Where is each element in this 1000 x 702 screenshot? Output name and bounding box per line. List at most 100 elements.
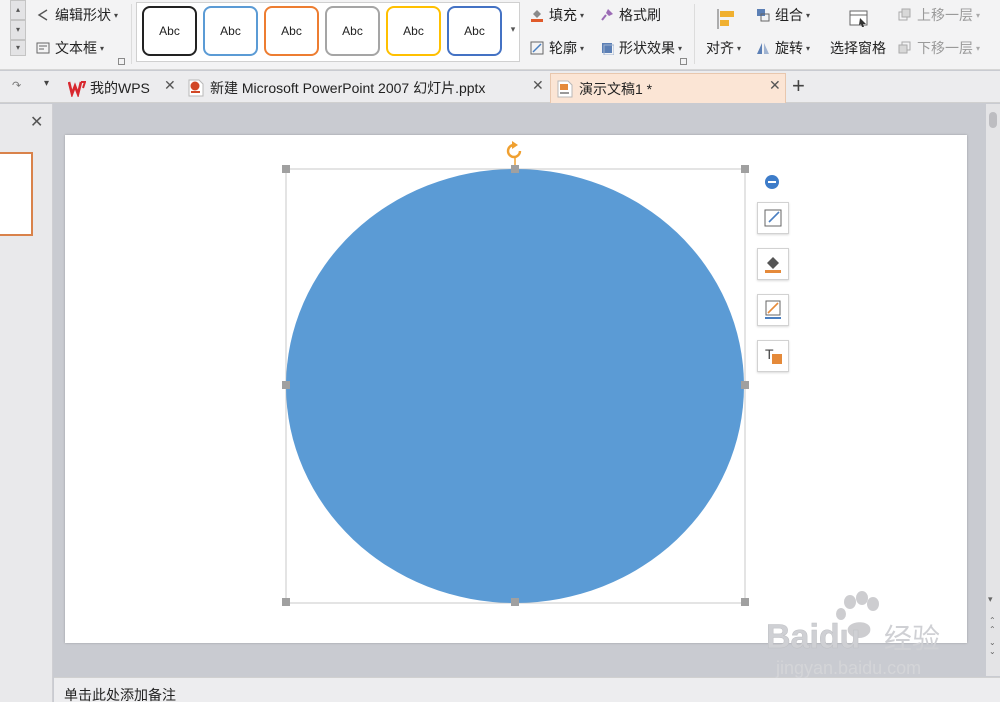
close-tab-icon[interactable]: ✕ bbox=[532, 77, 544, 94]
align-button[interactable]: 对齐 ▾ bbox=[706, 38, 741, 58]
chevron-down-icon: ▾ bbox=[737, 43, 742, 53]
document-tab-bar: ↷ ▾ 我的WPS ✕ 新建 Microsoft PowerPoint 2007… bbox=[0, 71, 1000, 103]
slide-thumbnail-pane: ✕ bbox=[0, 104, 53, 702]
tab-presentation-1[interactable]: 演示文稿1 * bbox=[550, 73, 786, 103]
chevron-down-icon: ▾ bbox=[806, 43, 811, 53]
edit-shape-button[interactable]: 编辑形状 ▾ bbox=[36, 5, 118, 25]
chevron-down-icon: ▾ bbox=[114, 10, 119, 20]
notes-placeholder: 单击此处添加备注 bbox=[64, 687, 176, 702]
shape-layer bbox=[282, 141, 749, 606]
pptx-file-icon bbox=[188, 79, 204, 97]
circle-shape[interactable] bbox=[286, 169, 744, 603]
format-brush-icon bbox=[600, 8, 614, 22]
bring-forward-label: 上移一层 bbox=[917, 7, 973, 23]
rotate-button[interactable]: 旋转 ▾ bbox=[756, 38, 810, 58]
ribbon-expand[interactable]: ▾ bbox=[10, 40, 26, 56]
watermark-brand-cn: 经验 bbox=[884, 622, 940, 655]
chevron-down-icon: ▾ bbox=[976, 10, 981, 20]
fill-label: 填充 bbox=[549, 7, 577, 23]
close-tab-icon[interactable]: ✕ bbox=[164, 77, 176, 94]
edit-shape-icon bbox=[36, 8, 50, 22]
resize-handle[interactable] bbox=[511, 598, 519, 606]
ribbon-separator bbox=[131, 4, 132, 64]
ribbon-scroll-down[interactable]: ▾ bbox=[10, 20, 26, 40]
rotate-icon bbox=[756, 41, 770, 55]
scroll-thumb[interactable] bbox=[989, 112, 997, 128]
next-slide-icon[interactable]: ⌄ ⌄ bbox=[989, 638, 996, 656]
style-tile-label: Abc bbox=[342, 24, 363, 38]
shape-effects-icon bbox=[600, 41, 615, 56]
text-wrap-quick-button[interactable]: T bbox=[757, 340, 789, 372]
style-tile[interactable]: Abc bbox=[386, 6, 441, 56]
selection-pane-button[interactable]: 选择窗格 bbox=[830, 38, 886, 58]
resize-handle[interactable] bbox=[741, 165, 749, 173]
slide-canvas[interactable]: T bbox=[65, 135, 967, 643]
text-box-label: 文本框 bbox=[55, 40, 97, 56]
style-tile-label: Abc bbox=[281, 24, 302, 38]
presentation-file-icon bbox=[557, 80, 573, 98]
style-tile[interactable]: Abc bbox=[447, 6, 502, 56]
slide-thumbnail[interactable] bbox=[0, 152, 33, 236]
redo-icon[interactable]: ↷ bbox=[12, 79, 21, 92]
resize-handle[interactable] bbox=[282, 598, 290, 606]
format-painter-button[interactable]: 格式刷 bbox=[600, 5, 661, 25]
style-tile[interactable]: Abc bbox=[142, 6, 197, 56]
dialog-launcher-icon[interactable] bbox=[118, 58, 125, 65]
tab-pptx-file[interactable]: 新建 Microsoft PowerPoint 2007 幻灯片.pptx bbox=[182, 73, 550, 103]
style-tile-label: Abc bbox=[403, 24, 424, 38]
send-backward-icon bbox=[898, 41, 912, 55]
tab-label: 新建 Microsoft PowerPoint 2007 幻灯片.pptx bbox=[210, 80, 486, 96]
resize-handle[interactable] bbox=[741, 381, 749, 389]
resize-handle[interactable] bbox=[741, 598, 749, 606]
watermark-brand: Baidu bbox=[766, 618, 860, 656]
chevron-down-icon: ▾ bbox=[806, 10, 811, 20]
paint-bucket-icon bbox=[765, 257, 781, 273]
ribbon-toolbar: ▴ ▾ ▾ 编辑形状 ▾ 文本框 ▾ Abc Abc Abc Abc Abc A… bbox=[0, 0, 1000, 70]
paint-bucket-icon bbox=[530, 8, 544, 22]
rotate-handle-icon[interactable] bbox=[506, 141, 522, 165]
shape-effects-button[interactable]: 形状效果 ▾ bbox=[600, 38, 682, 58]
prev-slide-icon[interactable]: ⌃ ⌃ bbox=[989, 616, 996, 634]
style-tile-label: Abc bbox=[159, 24, 180, 38]
gallery-more-icon[interactable]: ▾ bbox=[506, 18, 520, 40]
baidu-watermark: Baidu 经验 jingyan.baidu.com bbox=[766, 588, 966, 683]
new-tab-plus-icon[interactable]: + bbox=[792, 73, 805, 99]
resize-handle[interactable] bbox=[282, 165, 290, 173]
resize-handle[interactable] bbox=[511, 165, 519, 173]
tab-menu-chevron-icon[interactable]: ▾ bbox=[44, 78, 49, 89]
collapse-tools-icon[interactable] bbox=[765, 175, 779, 189]
bring-forward-button[interactable]: 上移一层 ▾ bbox=[898, 5, 980, 25]
outline-button[interactable]: 轮廓 ▾ bbox=[530, 38, 584, 58]
text-wrap-icon: T bbox=[765, 346, 782, 364]
shape-edit-icon bbox=[764, 209, 782, 227]
shape-style-quick-button[interactable] bbox=[757, 202, 789, 234]
align-icon bbox=[716, 8, 736, 30]
text-box-icon bbox=[36, 41, 50, 55]
style-tile[interactable]: Abc bbox=[264, 6, 319, 56]
dialog-launcher-icon[interactable] bbox=[680, 58, 687, 65]
send-backward-button[interactable]: 下移一层 ▾ bbox=[898, 38, 980, 58]
fill-quick-button[interactable] bbox=[757, 248, 789, 280]
ribbon-scroll-up[interactable]: ▴ bbox=[10, 0, 26, 20]
wps-logo-icon bbox=[67, 79, 87, 99]
rotate-label: 旋转 bbox=[775, 40, 803, 56]
chevron-down-icon: ▾ bbox=[580, 10, 585, 20]
style-tile-label: Abc bbox=[464, 24, 485, 38]
close-pane-icon[interactable]: ✕ bbox=[30, 112, 43, 132]
vertical-scrollbar[interactable]: ▾ ⌃ ⌃ ⌄ ⌄ bbox=[986, 104, 1000, 676]
ribbon-separator bbox=[694, 4, 695, 64]
group-icon bbox=[756, 8, 770, 22]
style-tile[interactable]: Abc bbox=[203, 6, 258, 56]
resize-handle[interactable] bbox=[282, 381, 290, 389]
fill-button[interactable]: 填充 ▾ bbox=[530, 5, 584, 25]
scroll-down-arrow-icon[interactable]: ▾ bbox=[988, 594, 993, 605]
format-painter-label: 格式刷 bbox=[619, 7, 661, 23]
group-button[interactable]: 组合 ▾ bbox=[756, 5, 810, 25]
tab-label: 我的WPS bbox=[90, 80, 150, 96]
text-box-button[interactable]: 文本框 ▾ bbox=[36, 38, 104, 58]
style-tile[interactable]: Abc bbox=[325, 6, 380, 56]
outline-quick-button[interactable] bbox=[757, 294, 789, 326]
close-tab-icon[interactable]: ✕ bbox=[769, 77, 781, 94]
chevron-down-icon: ▾ bbox=[976, 43, 981, 53]
style-tile-label: Abc bbox=[220, 24, 241, 38]
